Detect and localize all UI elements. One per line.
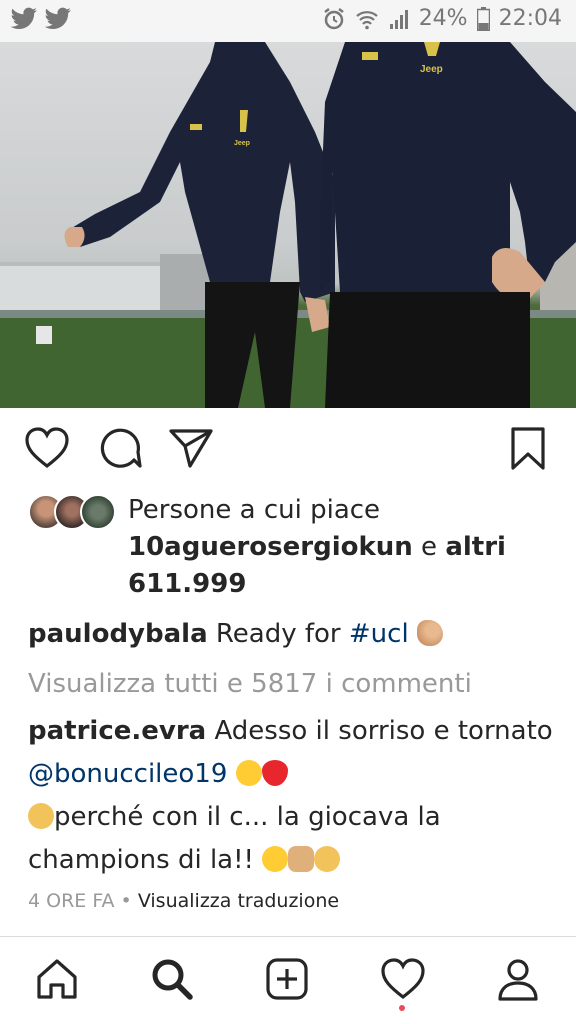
heart-icon[interactable] bbox=[24, 426, 70, 470]
jersey-sponsor-2: Jeep bbox=[234, 140, 250, 147]
twitter-icon bbox=[10, 7, 37, 30]
facepalm-emoji-icon bbox=[28, 803, 54, 829]
facepalm-emoji-icon bbox=[314, 846, 341, 872]
notification-dot bbox=[399, 1005, 405, 1011]
comment-icon[interactable] bbox=[98, 426, 142, 470]
grinning-sweat-emoji-icon bbox=[262, 846, 289, 872]
comment-text-1: Adesso il sorriso e tornato bbox=[206, 716, 553, 746]
comment-username[interactable]: patrice.evra bbox=[28, 716, 206, 746]
likes-text: Persone a cui piace 10aguerosergiokun e … bbox=[128, 492, 568, 603]
home-icon[interactable] bbox=[35, 957, 79, 1001]
caption-text: Ready for bbox=[207, 619, 349, 649]
liker-avatars bbox=[28, 494, 118, 530]
likes-middle: e bbox=[412, 532, 446, 562]
alarm-icon bbox=[323, 7, 344, 29]
wifi-icon bbox=[355, 10, 378, 29]
jersey-sponsor: Jeep bbox=[420, 64, 443, 75]
translate-link[interactable]: Visualizza traduzione bbox=[138, 890, 339, 912]
add-icon[interactable] bbox=[265, 957, 309, 1001]
post-time: 4 ORE FA bbox=[28, 890, 115, 912]
bottom-nav bbox=[0, 937, 576, 1024]
caption-username[interactable]: paulodybala bbox=[28, 619, 208, 649]
fist-emoji-icon bbox=[288, 846, 315, 872]
photo-scene: Jeep Jeep bbox=[0, 42, 576, 408]
search-icon[interactable] bbox=[150, 957, 194, 1001]
liker-username[interactable]: 10aguerosergiokun bbox=[128, 532, 413, 562]
avatar bbox=[80, 494, 116, 530]
twitter-icon bbox=[44, 7, 71, 30]
red-heart-emoji-icon bbox=[261, 760, 288, 786]
flexed-biceps-emoji-icon bbox=[416, 620, 443, 646]
battery-icon bbox=[476, 6, 490, 31]
view-all-comments-link[interactable]: Visualizza tutti e 5817 i commenti bbox=[28, 664, 472, 704]
likes-prefix: Persone a cui piace bbox=[128, 495, 381, 525]
status-bar: 24% 22:04 bbox=[0, 0, 576, 42]
comment-text-2: perché con il c... la giocava la champio… bbox=[28, 802, 441, 875]
clock: 22:04 bbox=[498, 6, 562, 31]
bookmark-icon[interactable] bbox=[510, 426, 546, 472]
profile-icon[interactable] bbox=[496, 957, 540, 1001]
comment-mention[interactable]: @bonuccileo19 bbox=[28, 759, 227, 789]
share-icon[interactable] bbox=[168, 426, 214, 470]
post-meta: 4 ORE FA • Visualizza traduzione bbox=[28, 890, 339, 912]
meta-separator: • bbox=[114, 890, 138, 912]
signal-icon bbox=[389, 9, 408, 29]
comment: patrice.evra Adesso il sorriso e tornato… bbox=[28, 710, 558, 882]
tears-of-joy-emoji-icon bbox=[235, 760, 262, 786]
post-photo[interactable]: Jeep Jeep bbox=[0, 42, 576, 408]
status-right: 24% 22:04 bbox=[322, 6, 562, 31]
status-left bbox=[10, 7, 72, 31]
post-caption: paulodybala Ready for #ucl bbox=[28, 616, 558, 653]
post-actions bbox=[0, 420, 576, 480]
battery-percent: 24% bbox=[418, 6, 468, 31]
activity-icon[interactable] bbox=[380, 957, 426, 1001]
caption-hashtag[interactable]: #ucl bbox=[349, 619, 409, 649]
